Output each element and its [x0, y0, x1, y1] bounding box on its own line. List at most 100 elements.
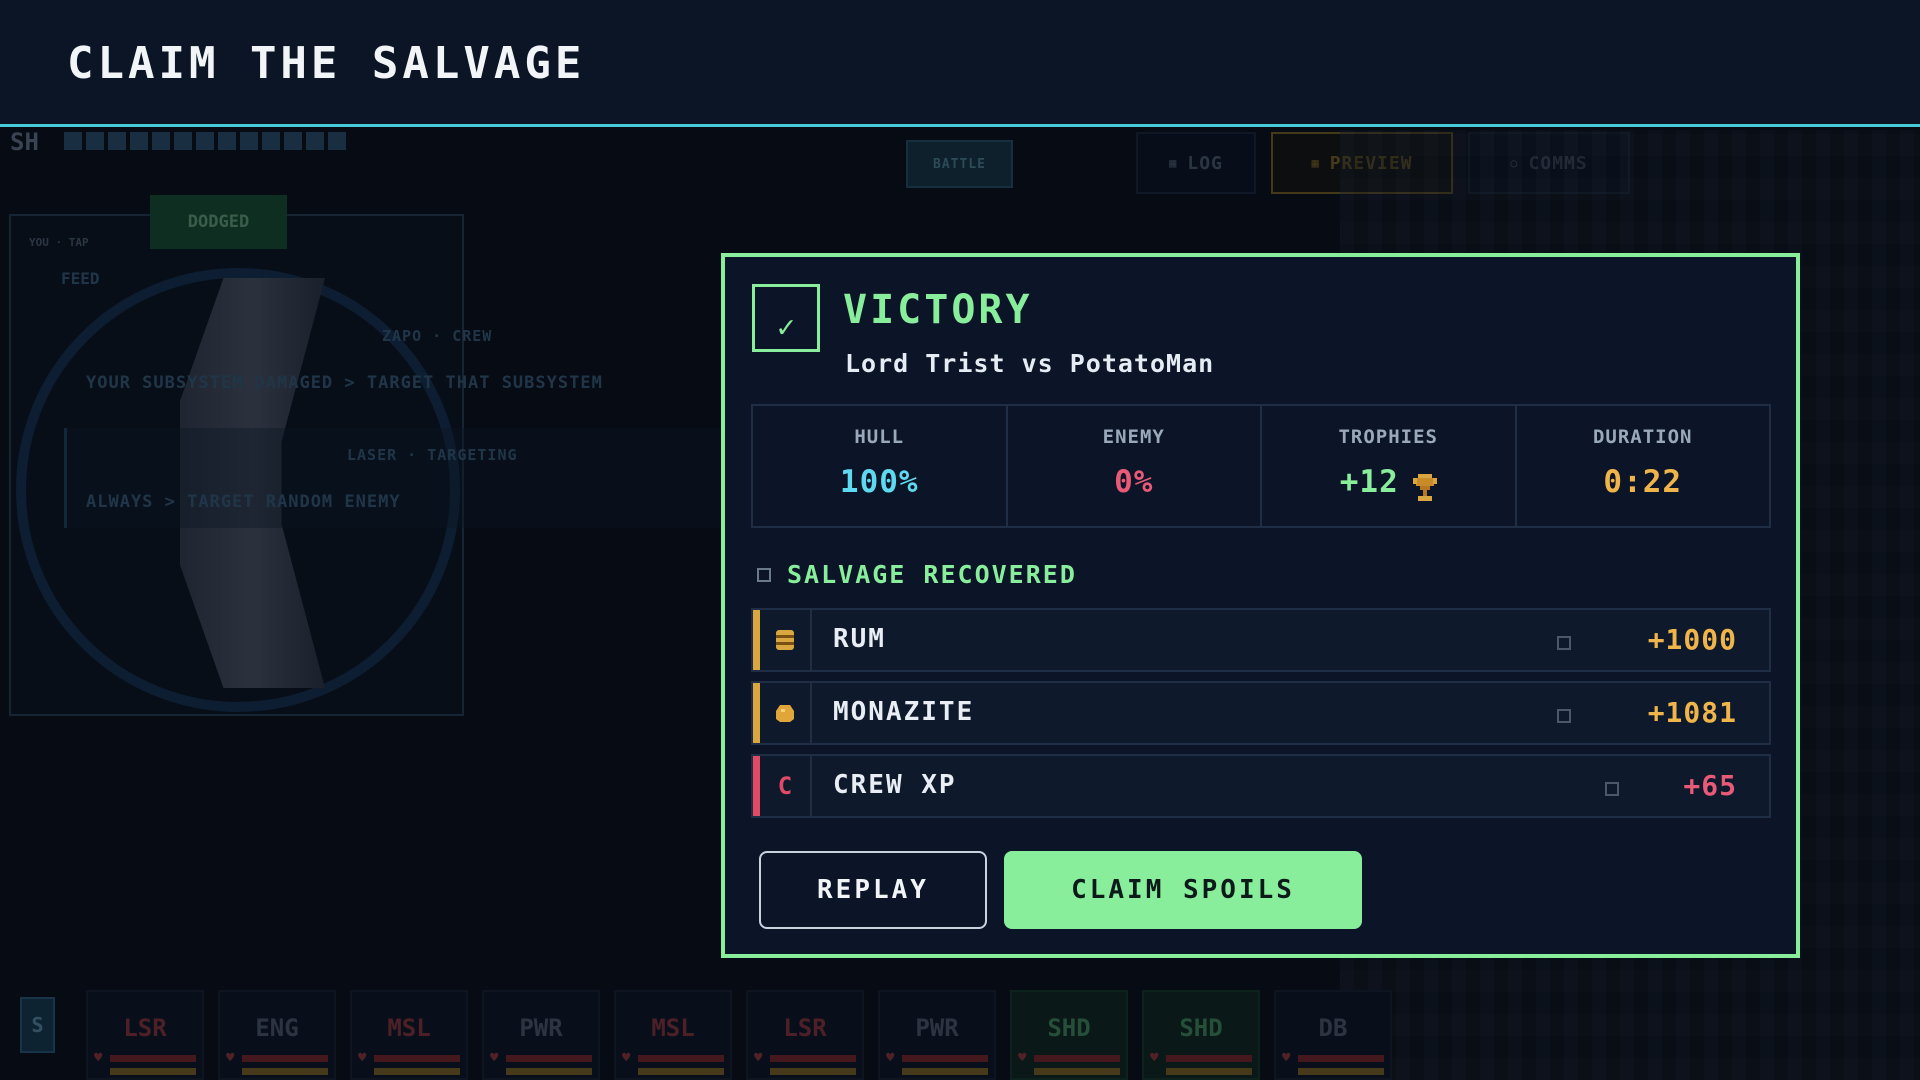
subsystem-pwr[interactable]: PWR ♥: [878, 990, 996, 1080]
salvage-amount: +65: [1683, 769, 1737, 802]
feed-line: LASER · TARGETING: [347, 446, 518, 464]
shield-pip: [152, 132, 170, 150]
heart-icon: ♥: [1282, 1050, 1291, 1066]
salvage-row-crew-xp: C CREW XP +65: [751, 754, 1771, 818]
heart-icon: ♥: [226, 1050, 235, 1066]
power-bar: [374, 1068, 460, 1075]
health-bar: [1034, 1055, 1120, 1062]
shield-pip: [86, 132, 104, 150]
feed-line: ZAPO · CREW: [382, 327, 493, 345]
subsystem-pwr[interactable]: PWR ♥: [482, 990, 600, 1080]
victory-title: VICTORY: [843, 287, 1033, 333]
heart-icon: ♥: [1018, 1050, 1027, 1066]
shield-pip: [328, 132, 346, 150]
ore-icon: [776, 705, 794, 722]
subsystem-code: LSR: [123, 1014, 167, 1042]
shield-pip: [196, 132, 214, 150]
shield-pip: [64, 132, 82, 150]
salvage-square-icon: [757, 567, 771, 582]
salvage-name: CREW XP: [833, 770, 957, 800]
salvage-marker-icon: [1605, 782, 1619, 796]
shield-pip: [284, 132, 302, 150]
subsystem-code: MSL: [651, 1014, 695, 1042]
health-bar: [638, 1055, 724, 1062]
health-bar: [770, 1055, 856, 1062]
stat-hull-value: 100%: [839, 464, 919, 500]
subsystem-code: ENG: [255, 1014, 299, 1042]
shield-pip: [262, 132, 280, 150]
shield-pip: [218, 132, 236, 150]
power-bar: [902, 1068, 988, 1075]
subsystem-code: SHD: [1047, 1014, 1091, 1042]
subsystem-lsr[interactable]: LSR ♥: [746, 990, 864, 1080]
subsystem-lsr[interactable]: LSR ♥: [86, 990, 204, 1080]
subsystem-code: PWR: [519, 1014, 563, 1042]
power-bar: [506, 1068, 592, 1075]
shield-pips: [64, 132, 346, 150]
health-bar: [1166, 1055, 1252, 1062]
salvage-heading-label: SALVAGE RECOVERED: [787, 560, 1077, 589]
subsystem-db[interactable]: DB ♥: [1274, 990, 1392, 1080]
salvage-row-accent: [753, 756, 760, 816]
salvage-amount: +1000: [1647, 623, 1737, 656]
subsystem-code: DB: [1318, 1014, 1348, 1042]
heart-icon: ♥: [94, 1050, 103, 1066]
health-bar: [902, 1055, 988, 1062]
shield-pip: [130, 132, 148, 150]
stat-enemy-label: ENEMY: [1102, 426, 1165, 448]
power-bar: [242, 1068, 328, 1075]
subsystem-code: MSL: [387, 1014, 431, 1042]
salvage-row-rum: RUM +1000: [751, 608, 1771, 672]
stat-duration-label: DURATION: [1592, 426, 1693, 448]
shield-pip: [306, 132, 324, 150]
subsystem-shd[interactable]: SHD ♥: [1010, 990, 1128, 1080]
stat-duration-value: 0:22: [1603, 464, 1683, 500]
victory-modal: ✓ VICTORY Lord Trist vs PotatoMan HULL 1…: [721, 253, 1800, 958]
claim-spoils-button[interactable]: CLAIM SPOILS: [1004, 851, 1362, 929]
heart-icon: ♥: [886, 1050, 895, 1066]
stat-trophies-value: +12: [1339, 464, 1399, 500]
subsystem-msl[interactable]: MSL ♥: [350, 990, 468, 1080]
subsystem-eng[interactable]: ENG ♥: [218, 990, 336, 1080]
stat-trophies: TROPHIES +12: [1262, 406, 1517, 526]
feed-rule-card[interactable]: [64, 428, 724, 528]
battle-stats: HULL 100% ENEMY 0% TROPHIES +12 DURATION…: [751, 404, 1771, 528]
tab-log-label: LOG: [1187, 152, 1223, 174]
stat-enemy-value: 0%: [1114, 464, 1154, 500]
salvage-name: RUM: [833, 624, 886, 654]
trophy-icon: [1412, 474, 1437, 501]
health-bar: [506, 1055, 592, 1062]
salvage-row-icon-cell: [760, 683, 812, 743]
tab-battle-label: BATTLE: [933, 156, 986, 172]
heart-icon: ♥: [358, 1050, 367, 1066]
barrel-icon: [776, 630, 794, 650]
preview-icon: ▦: [1311, 156, 1320, 170]
heart-icon: ♥: [622, 1050, 631, 1066]
heart-icon: ♥: [1150, 1050, 1159, 1066]
shield-pip: [240, 132, 258, 150]
subsystem-code: SHD: [1179, 1014, 1223, 1042]
health-bar: [110, 1055, 196, 1062]
subsystem-shd[interactable]: SHD ♥: [1142, 990, 1260, 1080]
power-bar: [1298, 1068, 1384, 1075]
salvage-row-monazite: MONAZITE +1081: [751, 681, 1771, 745]
salvage-heading: SALVAGE RECOVERED: [757, 560, 1077, 589]
shield-pip: [108, 132, 126, 150]
subsystem-msl[interactable]: MSL ♥: [614, 990, 732, 1080]
power-bar: [1034, 1068, 1120, 1075]
checkmark-icon: ✓: [752, 284, 820, 352]
shield-label: SH: [10, 128, 39, 156]
subsystem-code: PWR: [915, 1014, 959, 1042]
tab-log[interactable]: ▦ LOG: [1136, 132, 1256, 194]
health-bar: [242, 1055, 328, 1062]
stat-hull: HULL 100%: [753, 406, 1008, 526]
heart-icon: ♥: [490, 1050, 499, 1066]
replay-button[interactable]: REPLAY: [759, 851, 987, 929]
subsystem-s-button[interactable]: S: [20, 997, 55, 1053]
tab-battle[interactable]: BATTLE: [906, 140, 1013, 188]
feed-label: FEED: [61, 269, 100, 288]
salvage-row-accent: [753, 683, 760, 743]
dodged-badge: DODGED: [150, 195, 287, 249]
feed-line: YOUR SUBSYSTEM DAMAGED > TARGET THAT SUB…: [86, 373, 603, 393]
you-tap-label: YOU · TAP: [29, 236, 89, 249]
